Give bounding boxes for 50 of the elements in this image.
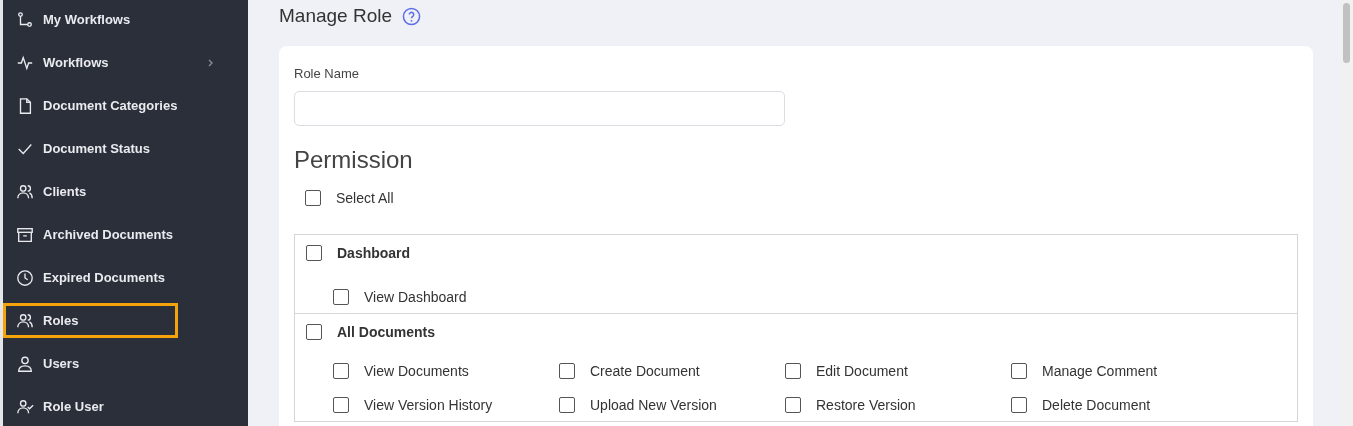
checkbox[interactable]	[559, 397, 575, 413]
checkbox-label: View Dashboard	[364, 289, 467, 305]
checkbox-label: Select All	[336, 190, 394, 206]
help-icon[interactable]	[402, 6, 422, 26]
users-icon	[16, 182, 34, 201]
user-check-icon	[16, 397, 34, 416]
checkbox-label: Create Document	[590, 363, 700, 379]
archive-icon	[16, 225, 34, 244]
checkbox[interactable]	[306, 245, 322, 261]
checkbox[interactable]	[559, 363, 575, 379]
user-icon	[16, 354, 34, 373]
checkbox-label: Edit Document	[816, 363, 908, 379]
sidebar-item[interactable]: Expired Documents	[3, 260, 178, 295]
sidebar-item[interactable]: My Workflows	[3, 2, 178, 37]
checkbox[interactable]	[306, 324, 322, 340]
checkbox[interactable]	[1011, 397, 1027, 413]
sidebar-item[interactable]: Role User	[3, 389, 178, 424]
checkbox[interactable]	[1011, 363, 1027, 379]
checkbox[interactable]	[333, 397, 349, 413]
field-label: Role Name	[294, 66, 360, 81]
sidebar-item[interactable]: Document Categories	[3, 88, 178, 123]
sidebar-item[interactable]: Document Status	[3, 131, 178, 166]
checkbox-label: Manage Comment	[1042, 363, 1158, 379]
checkbox-label: View Version History	[364, 397, 493, 413]
checkbox-label: Delete Document	[1042, 397, 1151, 413]
clock-icon	[16, 268, 34, 287]
checkbox[interactable]	[333, 363, 349, 379]
checkbox-label: Upload New Version	[590, 397, 717, 413]
role-name-field[interactable]	[294, 91, 785, 126]
checkbox-label: View Documents	[364, 363, 469, 379]
checkbox[interactable]	[333, 289, 349, 305]
checkbox-label: Dashboard	[337, 245, 411, 261]
sidebar-item[interactable]: Users	[3, 346, 178, 381]
checkbox-label: All Documents	[337, 324, 435, 340]
scrollbar[interactable]	[1340, 0, 1353, 426]
checkbox[interactable]	[785, 397, 801, 413]
users-icon	[16, 311, 34, 330]
scrollbar-thumb[interactable]	[1343, 3, 1350, 63]
checkbox-label: Restore Version	[816, 397, 916, 413]
sidebar-item[interactable]: Roles	[3, 303, 178, 338]
checkbox[interactable]	[305, 190, 321, 206]
chevron-icon	[208, 58, 213, 67]
section-heading: Permission	[294, 146, 413, 174]
flow-icon	[16, 10, 34, 29]
sidebar-item[interactable]: Archived Documents	[3, 217, 178, 252]
sidebar-item[interactable]: Clients	[3, 174, 178, 209]
sidebar-item[interactable]: Workflows	[3, 45, 223, 80]
checkbox[interactable]	[785, 363, 801, 379]
pulse-icon	[16, 53, 34, 72]
page-title: Manage Role	[279, 5, 393, 27]
